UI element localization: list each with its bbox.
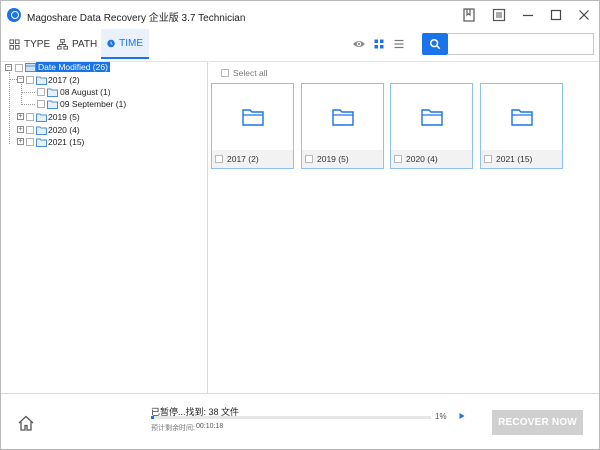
tree-root-label: Date Modified (26)	[36, 62, 110, 72]
tree-checkbox[interactable]	[26, 113, 34, 121]
tree-checkbox[interactable]	[26, 76, 34, 84]
card-label: 2021 (15)	[496, 154, 533, 164]
menu-icon[interactable]	[491, 7, 507, 23]
tab-time[interactable]: TIME	[101, 29, 149, 59]
tab-type-label: TYPE	[24, 38, 51, 50]
card-footer: 2019 (5)	[302, 150, 383, 168]
recover-now-button[interactable]: RECOVER NOW	[492, 410, 583, 435]
tree-node-label: 08 August (1)	[60, 87, 111, 97]
folder-card[interactable]: 2019 (5)	[301, 83, 384, 169]
search-input[interactable]	[448, 33, 594, 55]
expand-toggle[interactable]: +	[17, 126, 24, 133]
collapse-toggle[interactable]: −	[17, 76, 24, 83]
folder-icon	[36, 76, 47, 85]
tab-time-label: TIME	[119, 37, 143, 49]
close-icon[interactable]	[576, 7, 592, 23]
resume-play-icon[interactable]	[458, 412, 466, 420]
folder-icon	[302, 84, 383, 150]
folder-card[interactable]: 2020 (4)	[390, 83, 473, 169]
clock-icon	[107, 39, 115, 47]
folder-card[interactable]: 2021 (15)	[480, 83, 563, 169]
folder-icon	[481, 84, 562, 150]
tree-checkbox[interactable]	[26, 138, 34, 146]
results-panel: Select all 2017 (2) 2019 (5) 2020 (4) 20…	[209, 61, 599, 393]
folder-icon	[36, 138, 47, 147]
nav-toolbar: TYPE PATH TIME	[1, 29, 599, 61]
card-label: 2020 (4)	[406, 154, 438, 164]
bookmark-icon[interactable]	[461, 7, 477, 23]
calendar-icon	[25, 63, 36, 72]
card-checkbox[interactable]	[484, 155, 492, 163]
tree-node-2017[interactable]: − 2017 (2)	[1, 74, 201, 86]
select-all-checkbox[interactable]: Select all	[221, 68, 268, 78]
scan-progress-bar	[151, 416, 431, 419]
tree-node-september[interactable]: 09 September (1)	[1, 98, 201, 110]
card-checkbox[interactable]	[394, 155, 402, 163]
hierarchy-icon	[57, 38, 68, 50]
remaining-time-value: 00:10:18	[196, 423, 224, 430]
folder-icon	[36, 113, 47, 122]
list-view-icon[interactable]	[392, 37, 406, 51]
search-button[interactable]	[422, 33, 448, 55]
tree-node-label: 2021 (15)	[48, 137, 85, 147]
tree-node-label: 2020 (4)	[48, 125, 80, 135]
eye-icon[interactable]	[352, 37, 366, 51]
tree-checkbox[interactable]	[37, 88, 45, 96]
tree-checkbox[interactable]	[15, 64, 23, 72]
tab-path[interactable]: PATH	[51, 29, 103, 59]
collapse-toggle[interactable]: −	[5, 64, 12, 71]
folder-icon	[212, 84, 293, 150]
maximize-icon[interactable]	[548, 7, 564, 23]
card-label: 2017 (2)	[227, 154, 259, 164]
expand-toggle[interactable]: +	[17, 113, 24, 120]
folder-icon	[391, 84, 472, 150]
home-icon[interactable]	[17, 414, 35, 432]
tab-path-label: PATH	[72, 38, 98, 50]
tree-node-2019[interactable]: + 2019 (5)	[1, 111, 201, 123]
title-bar: Magoshare Data Recovery 企业版 3.7 Technici…	[1, 1, 599, 29]
tree-node-label: 2019 (5)	[48, 112, 80, 122]
folder-icon	[36, 126, 47, 135]
tree-node-label: 09 September (1)	[60, 99, 127, 109]
expand-toggle[interactable]: +	[17, 138, 24, 145]
card-footer: 2017 (2)	[212, 150, 293, 168]
tree-node-2021[interactable]: + 2021 (15)	[1, 136, 201, 148]
checkbox-box[interactable]	[221, 69, 229, 77]
window-title: Magoshare Data Recovery 企业版 3.7 Technici…	[27, 13, 246, 24]
tree-checkbox[interactable]	[26, 126, 34, 134]
folder-icon	[47, 88, 58, 97]
minimize-icon[interactable]	[520, 7, 536, 23]
card-checkbox[interactable]	[305, 155, 313, 163]
card-footer: 2020 (4)	[391, 150, 472, 168]
remaining-time-label: 预计剩余时间:	[151, 425, 195, 432]
card-checkbox[interactable]	[215, 155, 223, 163]
select-all-label: Select all	[233, 68, 268, 78]
status-bar: 已暂停...找到: 38 文件 1% 预计剩余时间: 00:10:18 RECO…	[1, 393, 599, 449]
progress-percent: 1%	[435, 412, 447, 421]
tree-root-node[interactable]: − Date Modified (26)	[1, 62, 201, 74]
card-footer: 2021 (15)	[481, 150, 562, 168]
grid-view-icon[interactable]	[372, 37, 386, 51]
folder-icon	[47, 100, 58, 109]
tree-checkbox[interactable]	[37, 100, 45, 108]
tree-node-august[interactable]: 08 August (1)	[1, 86, 201, 98]
grid-icon	[9, 38, 20, 50]
card-label: 2019 (5)	[317, 154, 349, 164]
time-tree-panel[interactable]: − Date Modified (26) − 2017 (2) 08 Augus…	[1, 61, 208, 393]
search-icon	[429, 38, 441, 50]
tab-type[interactable]: TYPE	[3, 29, 56, 59]
tree-node-label: 2017 (2)	[48, 75, 80, 85]
app-window: Magoshare Data Recovery 企业版 3.7 Technici…	[0, 0, 600, 450]
scan-progress-fill	[151, 416, 154, 419]
tree-node-2020[interactable]: + 2020 (4)	[1, 124, 201, 136]
app-logo-icon	[7, 8, 21, 22]
folder-card[interactable]: 2017 (2)	[211, 83, 294, 169]
